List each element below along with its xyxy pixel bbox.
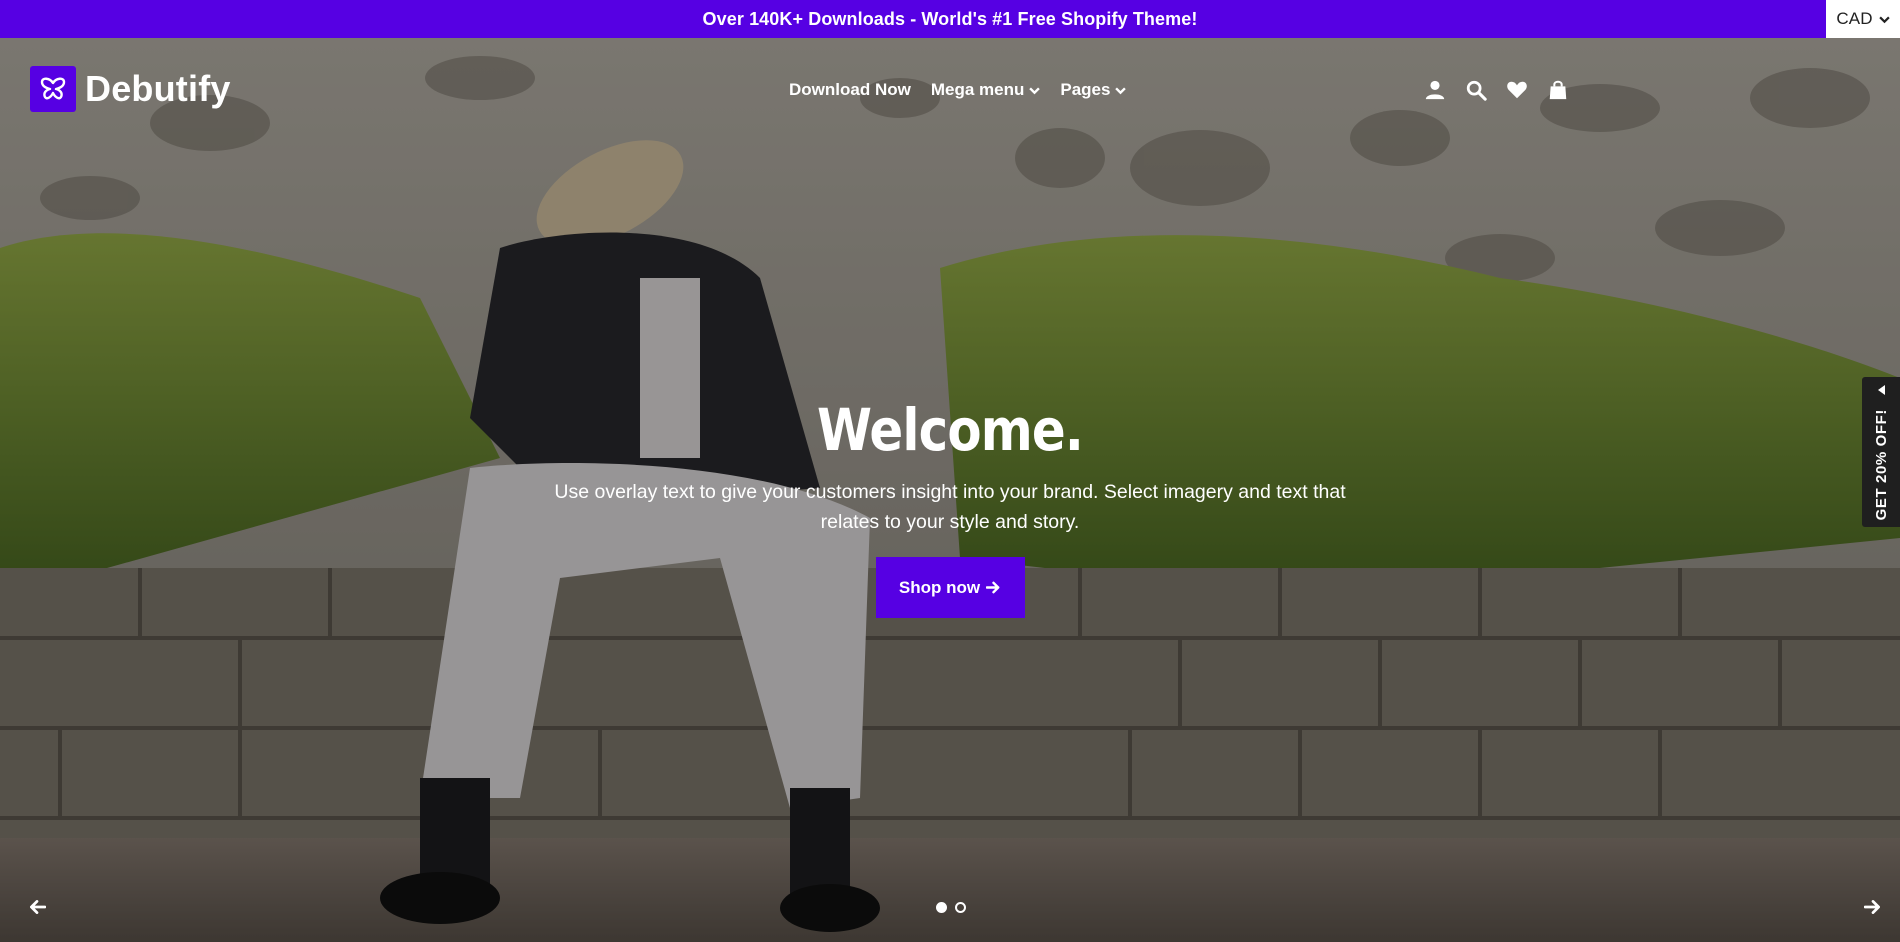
nav-mega-menu[interactable]: Mega menu xyxy=(931,80,1041,100)
arrow-right-icon xyxy=(986,581,1000,594)
slide-dot-1[interactable] xyxy=(936,902,947,913)
arrow-right-icon xyxy=(1864,900,1880,914)
discount-popup-tab[interactable]: GET 20% OFF! xyxy=(1862,377,1900,527)
heart-icon xyxy=(1507,81,1527,99)
announcement-bar: Over 140K+ Downloads - World's #1 Free S… xyxy=(0,0,1900,38)
hero-content: Welcome. Use overlay text to give your c… xyxy=(550,395,1350,618)
main-navigation: Download Now Mega menu Pages xyxy=(789,80,1127,100)
nav-item-label: Download Now xyxy=(789,80,911,99)
nav-download-now[interactable]: Download Now xyxy=(789,80,911,100)
cart-button[interactable] xyxy=(1546,78,1570,102)
currency-value: CAD xyxy=(1836,9,1873,28)
search-button[interactable] xyxy=(1464,78,1488,102)
butterfly-logo-icon xyxy=(30,66,76,112)
shop-now-button[interactable]: Shop now xyxy=(875,557,1025,618)
brand-name: Debutify xyxy=(85,68,231,109)
nav-item-label: Pages xyxy=(1060,80,1111,99)
hero-text: Use overlay text to give your customers … xyxy=(554,481,1346,533)
chevron-down-icon xyxy=(1878,16,1890,23)
promo-tab-label: GET 20% OFF! xyxy=(1872,409,1890,521)
arrow-left-icon xyxy=(30,900,46,914)
announcement-text: Over 140K+ Downloads - World's #1 Free S… xyxy=(702,8,1198,29)
account-button[interactable] xyxy=(1423,78,1447,102)
hero-title: Welcome. xyxy=(817,396,1084,464)
user-icon xyxy=(1425,80,1445,100)
currency-selector[interactable]: CAD xyxy=(1826,0,1900,38)
nav-pages[interactable]: Pages xyxy=(1060,80,1127,100)
slide-next-button[interactable] xyxy=(1862,896,1884,918)
wishlist-button[interactable] xyxy=(1505,78,1529,102)
slide-dot-2[interactable] xyxy=(955,902,966,913)
nav-item-label: Mega menu xyxy=(930,80,1025,99)
chevron-down-icon xyxy=(1115,86,1127,94)
chevron-down-icon xyxy=(1029,86,1041,94)
caret-left-icon xyxy=(1877,385,1885,395)
site-header: Debutify Download Now Mega menu Pages xyxy=(0,38,1900,140)
brand-logo[interactable]: Debutify xyxy=(30,66,231,112)
slide-dots xyxy=(936,902,966,913)
shopping-bag-icon xyxy=(1549,80,1567,100)
search-icon xyxy=(1466,80,1487,101)
slide-prev-button[interactable] xyxy=(26,896,48,918)
shop-now-label: Shop now xyxy=(898,577,981,597)
header-icons xyxy=(1423,78,1570,102)
